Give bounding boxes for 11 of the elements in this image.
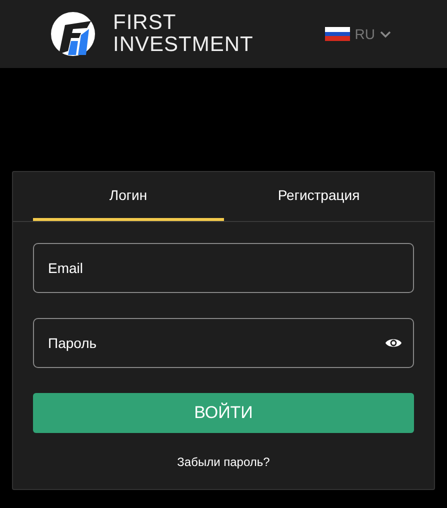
logo-text: FIRST — [113, 12, 178, 34]
tab[interactable]: Регистрация — [224, 172, 414, 221]
password-field[interactable]: Пароль — [33, 318, 414, 368]
tab[interactable]: Логин — [33, 172, 224, 221]
chevron-down-icon — [380, 30, 391, 38]
language-selector[interactable]: RU — [324, 24, 391, 44]
eye-icon[interactable] — [385, 337, 402, 349]
logo-text: INVESTMENT — [113, 34, 254, 56]
email-field[interactable]: Email — [33, 243, 414, 293]
forgot-password-link[interactable]: Забыли пароль? — [177, 453, 270, 471]
flag-icon — [324, 27, 350, 41]
